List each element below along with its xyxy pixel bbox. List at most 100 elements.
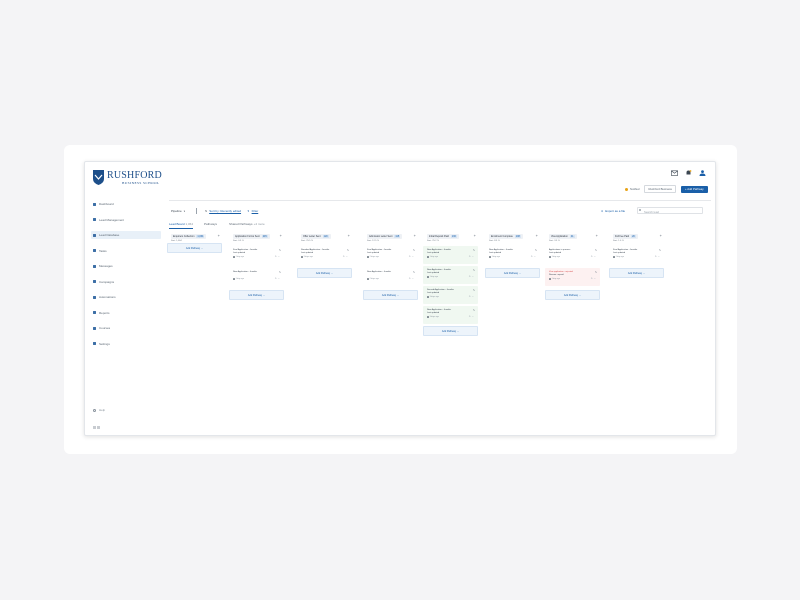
sidebar-item-courses[interactable]: Courses bbox=[91, 324, 161, 332]
add-card-icon[interactable]: + bbox=[348, 234, 350, 238]
lead-card[interactable]: New Application - Jennifer Last updated 3 … bbox=[423, 306, 478, 324]
card-title: Applications in process bbox=[549, 249, 571, 251]
edit-icon[interactable]: ✎ bbox=[413, 271, 415, 274]
lead-card[interactable]: Second Application - Jennifer Last update… bbox=[423, 286, 478, 304]
lead-card[interactable]: Final Application - Jennifer Last updated… bbox=[609, 246, 664, 264]
edit-icon[interactable]: ✎ bbox=[473, 249, 475, 252]
lead-card[interactable]: New Application - Jennifer Last updated 1 … bbox=[423, 246, 478, 264]
card-subtitle: Last updated bbox=[427, 272, 440, 275]
tab-label: Shared Pathways bbox=[229, 222, 253, 226]
help-label: Help bbox=[99, 408, 106, 412]
sidebar-item-lead-database[interactable]: Lead Database bbox=[91, 231, 161, 239]
sidebar-nav: Dashboard Lead Management Lead Database Tas… bbox=[91, 200, 161, 355]
sidebar-item-settings[interactable]: Settings bbox=[91, 340, 161, 348]
card-actions-icon[interactable]: ⚙⋯ bbox=[591, 278, 597, 280]
add-pathway-column-button[interactable]: Add Pathway → bbox=[363, 290, 418, 300]
add-pathway-column-button[interactable]: Add Pathway → bbox=[545, 290, 600, 300]
add-card-icon[interactable]: + bbox=[536, 234, 538, 238]
lead-card[interactable]: Applications in process Last updated 1 day… bbox=[545, 246, 600, 264]
lead-card[interactable]: Visa application - rejected Reason: unpai… bbox=[545, 268, 600, 286]
card-title: New Application - Jennifer bbox=[489, 249, 514, 251]
edit-icon[interactable]: ✎ bbox=[279, 271, 281, 274]
layout-toggle[interactable] bbox=[93, 416, 105, 435]
card-actions-icon[interactable]: ⚙⋯ bbox=[409, 278, 415, 280]
edit-icon[interactable]: ✎ bbox=[473, 309, 475, 312]
add-card-icon[interactable]: + bbox=[414, 234, 416, 238]
card-actions-icon[interactable]: ⚙⋯ bbox=[409, 256, 415, 258]
user-profile-icon[interactable] bbox=[699, 170, 706, 176]
filter-control[interactable]: ▼ Filter bbox=[247, 209, 258, 213]
card-title: New Application - Jennifer bbox=[427, 309, 452, 311]
column-subtitle: Sort: 12.5 % bbox=[367, 240, 380, 242]
lead-card[interactable]: Standard Application - Jennifer Last upda… bbox=[297, 246, 352, 264]
column-count-badge: 136 bbox=[450, 234, 457, 238]
card-actions-icon[interactable]: ⚙⋯ bbox=[275, 256, 281, 258]
notified-toggle[interactable]: Notified bbox=[625, 187, 639, 191]
inbox-icon[interactable] bbox=[671, 170, 678, 176]
add-pathway-column-button[interactable]: Add Pathway → bbox=[485, 268, 540, 278]
lead-card[interactable]: New Application - Jennifer 1 day ago ✎ ⚙⋯ bbox=[229, 268, 284, 286]
edit-icon[interactable]: ✎ bbox=[413, 249, 415, 252]
lead-card[interactable]: New Application - Jennifer 2 days ago ✎ ⚙⋯ bbox=[363, 268, 418, 286]
card-actions-icon[interactable]: ⚙⋯ bbox=[343, 256, 349, 258]
sidebar-item-messages[interactable]: Messages bbox=[91, 262, 161, 270]
add-card-icon[interactable]: + bbox=[474, 234, 476, 238]
school-select[interactable]: Rushford Business bbox=[644, 185, 676, 193]
add-pathway-column-button[interactable]: Add Pathway → bbox=[167, 243, 222, 253]
card-actions-icon[interactable]: ⚙⋯ bbox=[469, 276, 475, 278]
header-actions: Notified Rushford Business + Add Pathway bbox=[625, 185, 708, 193]
add-pathway-column-button[interactable]: Add Pathway → bbox=[609, 268, 664, 278]
column-count-badge: 245 bbox=[261, 234, 268, 238]
lead-card[interactable]: Final Application - Jennifer Last updated… bbox=[363, 246, 418, 264]
card-actions-icon[interactable]: ⚙⋯ bbox=[655, 256, 661, 258]
add-card-icon[interactable]: + bbox=[660, 234, 662, 238]
sidebar-item-reports[interactable]: Reports bbox=[91, 309, 161, 317]
lead-card[interactable]: Final Application - Jennifer Last updated… bbox=[229, 246, 284, 264]
card-actions-icon[interactable]: ⚙⋯ bbox=[531, 256, 537, 258]
dashboard-icon bbox=[93, 202, 96, 206]
card-actions-icon[interactable]: ⚙⋯ bbox=[469, 316, 475, 318]
tab-pathways[interactable]: Pathways bbox=[204, 222, 218, 229]
sidebar-item-dashboard[interactable]: Dashboard bbox=[91, 200, 161, 208]
edit-icon[interactable]: ✎ bbox=[595, 271, 597, 274]
pipeline-dropdown[interactable]: Pipeline ▾ bbox=[171, 209, 185, 213]
lead-card[interactable]: New Application - Jennifer Last updated 1 … bbox=[423, 266, 478, 284]
brand-logo[interactable]: RUSHFORD BUSINESS SCHOOL bbox=[93, 170, 163, 190]
add-pathway-column-button[interactable]: Add Pathway → bbox=[423, 326, 478, 336]
add-card-icon[interactable]: + bbox=[280, 234, 282, 238]
edit-icon[interactable]: ✎ bbox=[473, 289, 475, 292]
card-actions-icon[interactable]: ⚙⋯ bbox=[469, 256, 475, 258]
add-pathway-column-button[interactable]: Add Pathway → bbox=[297, 268, 352, 278]
sidebar-item-tasks[interactable]: Tasks bbox=[91, 247, 161, 255]
card-actions-icon[interactable]: ⚙⋯ bbox=[591, 256, 597, 258]
add-pathway-button[interactable]: + Add Pathway bbox=[680, 185, 708, 193]
column-subtitle: Sort: 8.5 % bbox=[489, 240, 500, 242]
download-icon: ⬇ bbox=[601, 209, 604, 213]
tasks-icon bbox=[93, 249, 96, 252]
sidebar-item-automations[interactable]: Automations bbox=[91, 293, 161, 301]
edit-icon[interactable]: ✎ bbox=[659, 249, 661, 252]
tab-shared-pathways[interactable]: Shared Pathways+4 more bbox=[229, 222, 265, 229]
edit-icon[interactable]: ✎ bbox=[279, 249, 281, 252]
card-actions-icon[interactable]: ⚙⋯ bbox=[275, 278, 281, 280]
sidebar-item-lead-management[interactable]: Lead Management bbox=[91, 216, 161, 224]
add-card-icon[interactable]: + bbox=[218, 234, 220, 238]
add-pathway-column-button[interactable]: Add Pathway → bbox=[229, 290, 284, 300]
search-input[interactable]: Search lead bbox=[637, 207, 703, 214]
lead-card[interactable]: New Application - Jennifer Last updated 1 … bbox=[485, 246, 540, 264]
edit-icon[interactable]: ✎ bbox=[595, 249, 597, 252]
export-control[interactable]: ⬇ Export as a file bbox=[601, 209, 625, 213]
sidebar-item-campaigns[interactable]: Campaigns bbox=[91, 278, 161, 286]
sort-control[interactable]: ⇅ Sort by: Recently edited bbox=[205, 209, 241, 213]
column-header: Full Fee Paid 20 Sort: 1.0 % + bbox=[609, 234, 664, 246]
edit-icon[interactable]: ✎ bbox=[347, 249, 349, 252]
sidebar-item-label: Lead Database bbox=[99, 233, 120, 237]
edit-icon[interactable]: ✎ bbox=[473, 269, 475, 272]
sidebar-item-label: Dashboard bbox=[99, 202, 114, 206]
edit-icon[interactable]: ✎ bbox=[535, 249, 537, 252]
notification-bell-icon[interactable] bbox=[685, 170, 692, 176]
help-link[interactable]: Help bbox=[93, 408, 105, 412]
add-card-icon[interactable]: + bbox=[596, 234, 598, 238]
tab-lead-board[interactable]: Lead Board1,064 bbox=[169, 222, 194, 229]
card-actions-icon[interactable]: ⚙⋯ bbox=[469, 296, 475, 298]
